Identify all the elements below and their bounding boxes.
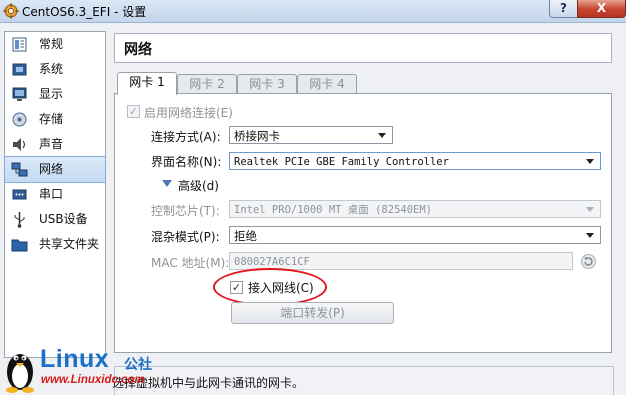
sidebar-item-label: 常规: [39, 37, 64, 51]
sidebar-item-label: USB设备: [39, 212, 88, 226]
title-bar: CentOS6.3_EFI - 设置 ? X: [0, 0, 626, 23]
tab-adapter-2[interactable]: 网卡 2: [177, 74, 237, 94]
interface-name-value: Realtek PCIe GBE Family Controller: [234, 156, 449, 168]
promiscuous-mode-select[interactable]: 拒绝: [229, 226, 601, 244]
sidebar-item-audio[interactable]: 声音: [5, 132, 105, 157]
sidebar-item-serial-port[interactable]: 串口: [5, 182, 105, 207]
highlight-circle: [213, 268, 327, 306]
page-title: 网络: [124, 42, 152, 58]
mac-address-value: 080027A6C1CF: [234, 256, 310, 268]
system-icon: [12, 63, 27, 76]
watermark-brand: Linux: [40, 345, 110, 373]
window-title: CentOS6.3_EFI - 设置: [22, 5, 147, 19]
port-forwarding-button[interactable]: 端口转发(P): [231, 302, 394, 324]
watermark-url: www.Linuxidc.com: [41, 374, 145, 386]
settings-sidebar: 常规 系统 显示 存储 声音 网络 串口 USB设备 共享文件夹: [4, 31, 106, 358]
interface-name-select[interactable]: Realtek PCIe GBE Family Controller: [229, 152, 601, 170]
sidebar-item-storage[interactable]: 存储: [5, 107, 105, 132]
sidebar-item-label: 共享文件夹: [39, 237, 100, 251]
attached-to-label: 连接方式(A):: [151, 130, 221, 144]
refresh-mac-icon[interactable]: [580, 253, 597, 270]
virtualbox-settings-icon: [3, 3, 19, 19]
shared-folder-icon: [11, 239, 28, 252]
section-header: 网络: [114, 33, 612, 63]
sidebar-item-system[interactable]: 系统: [5, 57, 105, 82]
help-button[interactable]: ?: [549, 0, 578, 18]
sidebar-item-network[interactable]: 网络: [4, 156, 106, 183]
sidebar-item-usb[interactable]: USB设备: [5, 207, 105, 232]
attached-to-value: 桥接网卡: [234, 129, 280, 143]
advanced-toggle[interactable]: 高级(d): [178, 177, 219, 194]
tab-adapter-3[interactable]: 网卡 3: [237, 74, 297, 94]
tab-adapter-4[interactable]: 网卡 4: [297, 74, 357, 94]
chevron-down-icon: [378, 133, 386, 138]
chipset-label: 控制芯片(T):: [151, 204, 220, 218]
promiscuous-mode-value: 拒绝: [234, 229, 257, 243]
chipset-value: Intel PRO/1000 MT 桌面 (82540EM): [234, 204, 433, 216]
sidebar-item-label: 声音: [39, 137, 64, 151]
promiscuous-mode-label: 混杂模式(P):: [151, 230, 220, 244]
sidebar-item-general[interactable]: 常规: [5, 32, 105, 57]
general-icon: [12, 37, 27, 52]
mac-address-field[interactable]: 080027A6C1CF: [229, 252, 573, 270]
mac-address-label: MAC 地址(M):: [151, 256, 230, 270]
chevron-down-icon: [586, 207, 594, 212]
chipset-select[interactable]: Intel PRO/1000 MT 桌面 (82540EM): [229, 200, 601, 218]
serial-port-icon: [12, 189, 27, 200]
audio-icon: [13, 138, 26, 151]
tux-penguin-logo: [6, 354, 34, 393]
tab-adapter-1[interactable]: 网卡 1: [117, 72, 177, 95]
close-button[interactable]: X: [577, 0, 626, 18]
chevron-down-icon: [586, 159, 594, 164]
chevron-down-icon: [586, 233, 594, 238]
sidebar-item-display[interactable]: 显示: [5, 82, 105, 107]
sidebar-item-label: 系统: [39, 62, 64, 76]
watermark-brand-cn: 公社: [124, 357, 152, 373]
expand-triangle-icon[interactable]: [162, 180, 172, 188]
sidebar-item-shared-folder[interactable]: 共享文件夹: [5, 232, 105, 257]
network-icon: [11, 162, 28, 177]
sidebar-item-label: 存储: [39, 112, 64, 126]
sidebar-item-label: 显示: [39, 87, 64, 101]
storage-icon: [12, 112, 27, 127]
display-icon: [12, 87, 27, 101]
interface-name-label: 界面名称(N):: [151, 155, 222, 169]
sidebar-item-label: 网络: [39, 162, 64, 176]
usb-icon: [14, 212, 25, 228]
enable-adapter-label: 启用网络连接(E): [144, 106, 233, 120]
enable-adapter-checkbox[interactable]: ✓: [127, 105, 140, 118]
sidebar-item-label: 串口: [39, 187, 64, 201]
attached-to-select[interactable]: 桥接网卡: [229, 126, 393, 144]
